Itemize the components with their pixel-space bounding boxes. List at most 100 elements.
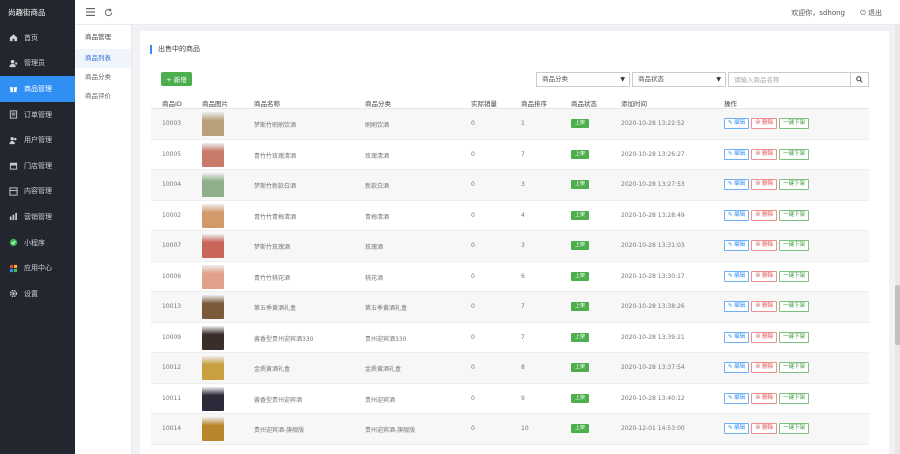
edit-button[interactable]: ✎ 编辑 — [724, 209, 750, 221]
sidebar-item-1[interactable]: 管理员 — [0, 51, 75, 77]
edit-button[interactable]: ✎ 编辑 — [724, 179, 750, 190]
search-input[interactable] — [728, 72, 851, 87]
delete-button[interactable]: ⊗ 删除 — [751, 301, 778, 312]
off-shelf-button[interactable]: 一键下架 — [779, 331, 810, 343]
col-image: 商品图片 — [202, 100, 228, 108]
edit-button[interactable]: ✎ 编辑 — [724, 392, 750, 404]
edit-button[interactable]: ✎ 编辑 — [724, 148, 750, 160]
sidebar: 尚趣街商品 首页 管理员商品管理订单管理 用户管理 门店管理 内容管理 营销管理 小程序 应用… — [0, 0, 75, 454]
off-shelf-button[interactable]: 一键下架 — [779, 209, 810, 221]
search-button[interactable] — [851, 72, 869, 87]
edit-button[interactable]: ✎ 编辑 — [724, 240, 750, 251]
sidebar-item-10[interactable]: 设置 — [0, 281, 75, 307]
sidebar-item-0[interactable]: 首页 — [0, 25, 75, 51]
edit-button[interactable]: ✎ 编辑 — [724, 331, 750, 343]
off-shelf-button[interactable]: 一键下架 — [779, 240, 810, 251]
row-actions: ✎ 编辑 ⊗ 删除 一键下架 — [724, 270, 810, 282]
logout-button[interactable]: ⏻ 退出 — [860, 8, 882, 18]
edit-button[interactable]: ✎ 编辑 — [724, 270, 750, 282]
sidebar-item-5[interactable]: 门店管理 — [0, 153, 75, 179]
miniapp-icon — [8, 238, 18, 248]
col-ops: 操作 — [724, 100, 737, 108]
category-select-value: 商品分类 — [542, 75, 568, 83]
order-icon — [8, 110, 18, 120]
cell-category: 玫瑰酒 — [365, 244, 384, 251]
user-admin-icon — [8, 58, 18, 68]
delete-button[interactable]: ⊗ 删除 — [751, 331, 778, 343]
marketing-icon — [8, 212, 18, 222]
delete-button[interactable]: ⊗ 删除 — [751, 179, 778, 190]
gear-icon — [8, 289, 18, 299]
cell-time: 2020-12-01 14:53:00 — [621, 425, 685, 432]
off-shelf-button[interactable]: 一键下架 — [779, 270, 810, 282]
product-thumbnail — [202, 234, 224, 258]
product-thumbnail — [202, 173, 224, 197]
cell-time: 2020-10-28 13:39:21 — [621, 333, 685, 341]
table-row: 10006 青竹竹桃花酒 桃花酒 0 6 2020-10-28 13:30:17 上架 ✎ 编… — [151, 262, 869, 292]
off-shelf-button[interactable]: 一键下架 — [779, 423, 810, 434]
off-shelf-button[interactable]: 一键下架 — [779, 148, 810, 160]
delete-button[interactable]: ⊗ 删除 — [751, 148, 778, 160]
sidebar-item-8[interactable]: 小程序 — [0, 230, 75, 256]
cell-sales: 0 — [471, 364, 475, 371]
edit-button[interactable]: ✎ 编辑 — [724, 118, 750, 129]
status-badge: 上架 — [571, 393, 589, 403]
cell-time: 2020-10-28 13:38:26 — [621, 303, 685, 310]
edit-button[interactable]: ✎ 编辑 — [724, 362, 750, 373]
edit-button[interactable]: ✎ 编辑 — [724, 301, 750, 312]
edit-button[interactable]: ✎ 编辑 — [724, 423, 750, 434]
delete-button[interactable]: ⊗ 删除 — [751, 423, 778, 434]
off-shelf-button[interactable]: 一键下架 — [779, 179, 810, 190]
menu-toggle-icon[interactable] — [84, 6, 96, 18]
add-product-button[interactable]: + 新增 — [161, 72, 192, 86]
refresh-icon[interactable] — [102, 6, 114, 18]
sidebar-item-9[interactable]: 应用中心 — [0, 255, 75, 281]
table-row: 10007 梦斯竹玫瑰酒 玫瑰酒 0 3 2020-10-28 13:31:03 上架 ✎ 编… — [151, 231, 869, 262]
off-shelf-button[interactable]: 一键下架 — [779, 392, 810, 404]
cell-name: 梦斯竹新款白酒 — [254, 183, 297, 190]
product-thumbnail — [202, 112, 224, 136]
off-shelf-button[interactable]: 一键下架 — [779, 301, 810, 312]
cell-sort: 1 — [521, 120, 525, 127]
delete-button[interactable]: ⊗ 删除 — [751, 362, 778, 373]
sidebar-item-7[interactable]: 营销管理 — [0, 204, 75, 230]
cell-id: 10012 — [162, 364, 182, 371]
status-badge: 上架 — [571, 210, 589, 220]
subnav-item-1[interactable]: 商品分类 — [75, 68, 131, 87]
subnav-title: 商品管理 — [85, 33, 111, 41]
col-status: 商品状态 — [571, 100, 597, 108]
delete-button[interactable]: ⊗ 删除 — [751, 209, 778, 221]
sidebar-item-4[interactable]: 用户管理 — [0, 127, 75, 153]
delete-button[interactable]: ⊗ 删除 — [751, 392, 778, 404]
brand-title: 尚趣街商品 — [8, 8, 46, 17]
home-icon — [8, 33, 18, 43]
table-row: 10011 酱香型贵州迎宾酒 贵州迎宾酒 0 9 2020-10-28 13:40:12 上… — [151, 384, 869, 414]
off-shelf-button[interactable]: 一键下架 — [779, 362, 810, 373]
category-select[interactable]: 商品分类 ▼ — [536, 72, 630, 87]
sidebar-item-6[interactable]: 内容管理 — [0, 179, 75, 205]
sidebar-item-label: 商品管理 — [24, 84, 52, 93]
sidebar-item-3[interactable]: 订单管理 — [0, 102, 75, 128]
cell-name: 梦斯竹刷刷饮酒 — [254, 122, 297, 129]
subnav-item-2[interactable]: 商品评价 — [75, 87, 131, 106]
logout-label: 退出 — [868, 9, 882, 17]
product-thumbnail — [202, 386, 224, 411]
delete-button[interactable]: ⊗ 删除 — [751, 118, 778, 129]
scroll-thumb[interactable] — [895, 285, 900, 345]
table-row: 10012 金质黄酒礼盒 金质黄酒礼盒 0 8 2020-10-28 13:37:54 上架… — [151, 353, 869, 384]
delete-button[interactable]: ⊗ 删除 — [751, 240, 778, 251]
cell-id: 10005 — [162, 150, 182, 158]
off-shelf-button[interactable]: 一键下架 — [779, 118, 810, 129]
delete-button[interactable]: ⊗ 删除 — [751, 270, 778, 282]
page-title: 出售中的商品 — [150, 45, 200, 54]
subnav-item-0[interactable]: 商品列表 — [75, 49, 131, 68]
store-icon — [8, 161, 18, 171]
scrollbar[interactable] — [895, 25, 900, 454]
col-id: 商品ID — [162, 100, 182, 108]
cell-category: 新款白酒 — [365, 183, 390, 190]
status-select[interactable]: 商品状态 ▼ — [632, 72, 726, 87]
topbar: 欢迎你，sdhong ⏻ 退出 — [75, 0, 900, 25]
main-panel: 出售中的商品 + 新增 商品分类 ▼ 商品状态 ▼ 商品ID 商品图片 商品名称… — [140, 31, 889, 454]
cell-name: 金质黄酒礼盒 — [254, 366, 291, 373]
sidebar-item-2[interactable]: 商品管理 — [0, 76, 75, 102]
